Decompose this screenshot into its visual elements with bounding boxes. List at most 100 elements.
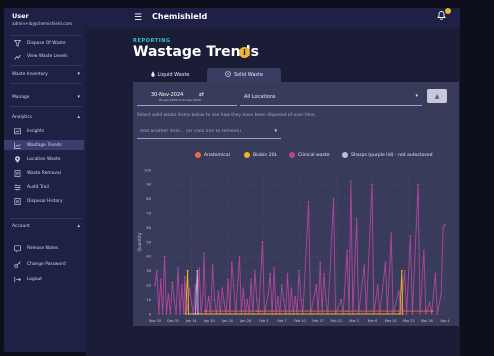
section-waste-inventory[interactable]: Waste Inventory ▾ [4,69,86,79]
y-tick-label: 20 [146,284,151,288]
waste-item-input[interactable] [140,127,264,136]
data-point [390,232,393,235]
legend-label: Anatomical [204,152,230,158]
sidebar-item-label: Dispose Of Waste [27,40,66,46]
data-point [232,284,235,287]
sidebar-item-dispose-of-waste[interactable]: Dispose Of Waste [4,38,86,48]
x-tick-label: Apr 4 [440,319,449,323]
y-tick-label: 30 [146,269,151,273]
data-point [171,281,174,284]
data-point [431,310,434,312]
x-tick-label: Mar 26 [421,319,433,323]
data-point [223,301,225,304]
menu-icon[interactable]: ☰ [134,13,142,23]
data-point [419,313,421,315]
legend-item-clinical[interactable]: Clinical waste [289,151,330,159]
legend-item-anatomical[interactable]: Anatomical [195,151,230,159]
data-point [181,284,183,287]
data-point [290,287,293,289]
x-tick-label: Nov 30 [149,319,161,323]
data-point [346,310,348,312]
location-value: All Locations [244,94,276,100]
data-point [246,298,249,301]
sidebar-item-insights[interactable]: Insights [4,126,86,136]
data-point [217,290,220,292]
data-point [436,313,439,315]
legend-label: Biobin 20L [253,152,278,158]
data-point [161,313,164,315]
x-tick-label: Jan 24 [221,319,233,323]
sidebar-item-location-waste[interactable]: Location Waste [4,154,86,164]
divider [10,83,82,84]
date-range-picker[interactable]: 30-Nov-2024 05-Jan-2025 to 07-Apr-2025 ⇄ [137,88,237,106]
section-analytics[interactable]: Analytics ▴ [4,112,86,122]
legend-item-biobin[interactable]: Biobin 20L [244,151,277,159]
sidebar-item-change-password[interactable]: Change Password [4,259,86,269]
sidebar-item-wastage-trends[interactable]: Wastage Trends [4,140,84,150]
location-select[interactable]: All Locations ▾ [240,88,422,106]
app-title: Chemishield [152,12,208,21]
x-tick-label: Jan 14 [185,319,197,323]
user-name: User [12,12,29,20]
y-tick-label: 40 [146,255,151,259]
data-point [177,267,179,269]
data-point [221,287,224,289]
data-point [277,295,279,298]
legend-swatch [244,152,250,158]
divider [10,218,82,219]
tab-solid-waste[interactable]: Solid Waste [207,68,281,82]
data-point [227,278,229,281]
sidebar-item-release-notes[interactable]: Release Notes [4,243,86,253]
data-point [207,295,210,298]
data-point [204,310,206,312]
sidebar-item-label: Waste Removal [27,170,61,176]
y-tick-label: 80 [146,197,151,201]
sidebar-item-label: Audit Trail [27,184,49,190]
data-point [183,275,186,278]
data-point [175,313,177,315]
data-point [307,200,310,203]
y-tick-label: 60 [146,226,151,230]
data-point [401,313,404,315]
data-point [400,269,403,272]
chevron-up-icon: ▴ [77,223,80,229]
download-button[interactable]: ▲ [427,89,447,103]
data-point [261,241,264,243]
data-point [242,287,245,289]
top-bar [86,8,460,28]
divider [10,106,82,107]
sidebar-item-disposal-history[interactable]: Disposal History [4,196,86,206]
section-account[interactable]: Account ▴ [4,221,86,231]
legend-swatch [342,152,348,158]
waste-item-select[interactable]: ▾ [137,124,281,139]
tab-liquid-waste[interactable]: Liquid Waste [133,68,207,82]
legend-item-sharps[interactable]: Sharps (purple lid) - not autoclaved [342,151,433,159]
data-point [197,313,200,315]
section-label: Waste Inventory [12,71,48,77]
clock-icon [225,71,231,79]
data-point [182,313,185,315]
audit-icon [13,183,21,191]
sync-icon[interactable]: ⇄ [199,91,204,98]
y-tick-label: 10 [146,298,151,302]
data-point [196,269,199,272]
sidebar-item-label: Location Waste [27,156,61,162]
section-manage[interactable]: Manage ▾ [4,92,86,102]
x-tick-label: Feb 7 [277,319,286,323]
chart-icon [13,52,21,60]
data-point [444,223,446,226]
sidebar-item-view-waste-levels[interactable]: View Waste Levels [4,51,86,61]
data-point [430,313,433,315]
data-point [411,313,414,315]
data-point [230,261,233,264]
data-point [179,313,181,315]
sidebar-item-audit-trail[interactable]: Audit Trail [4,182,86,192]
data-point [350,180,352,183]
droplet-icon [150,71,155,79]
sidebar-item-waste-removal[interactable]: Waste Removal [4,168,86,178]
data-point [405,313,408,315]
sidebar-item-logout[interactable]: Logout [4,274,86,284]
info-icon[interactable]: i [239,47,250,58]
data-point [163,255,166,258]
data-point [346,249,348,252]
